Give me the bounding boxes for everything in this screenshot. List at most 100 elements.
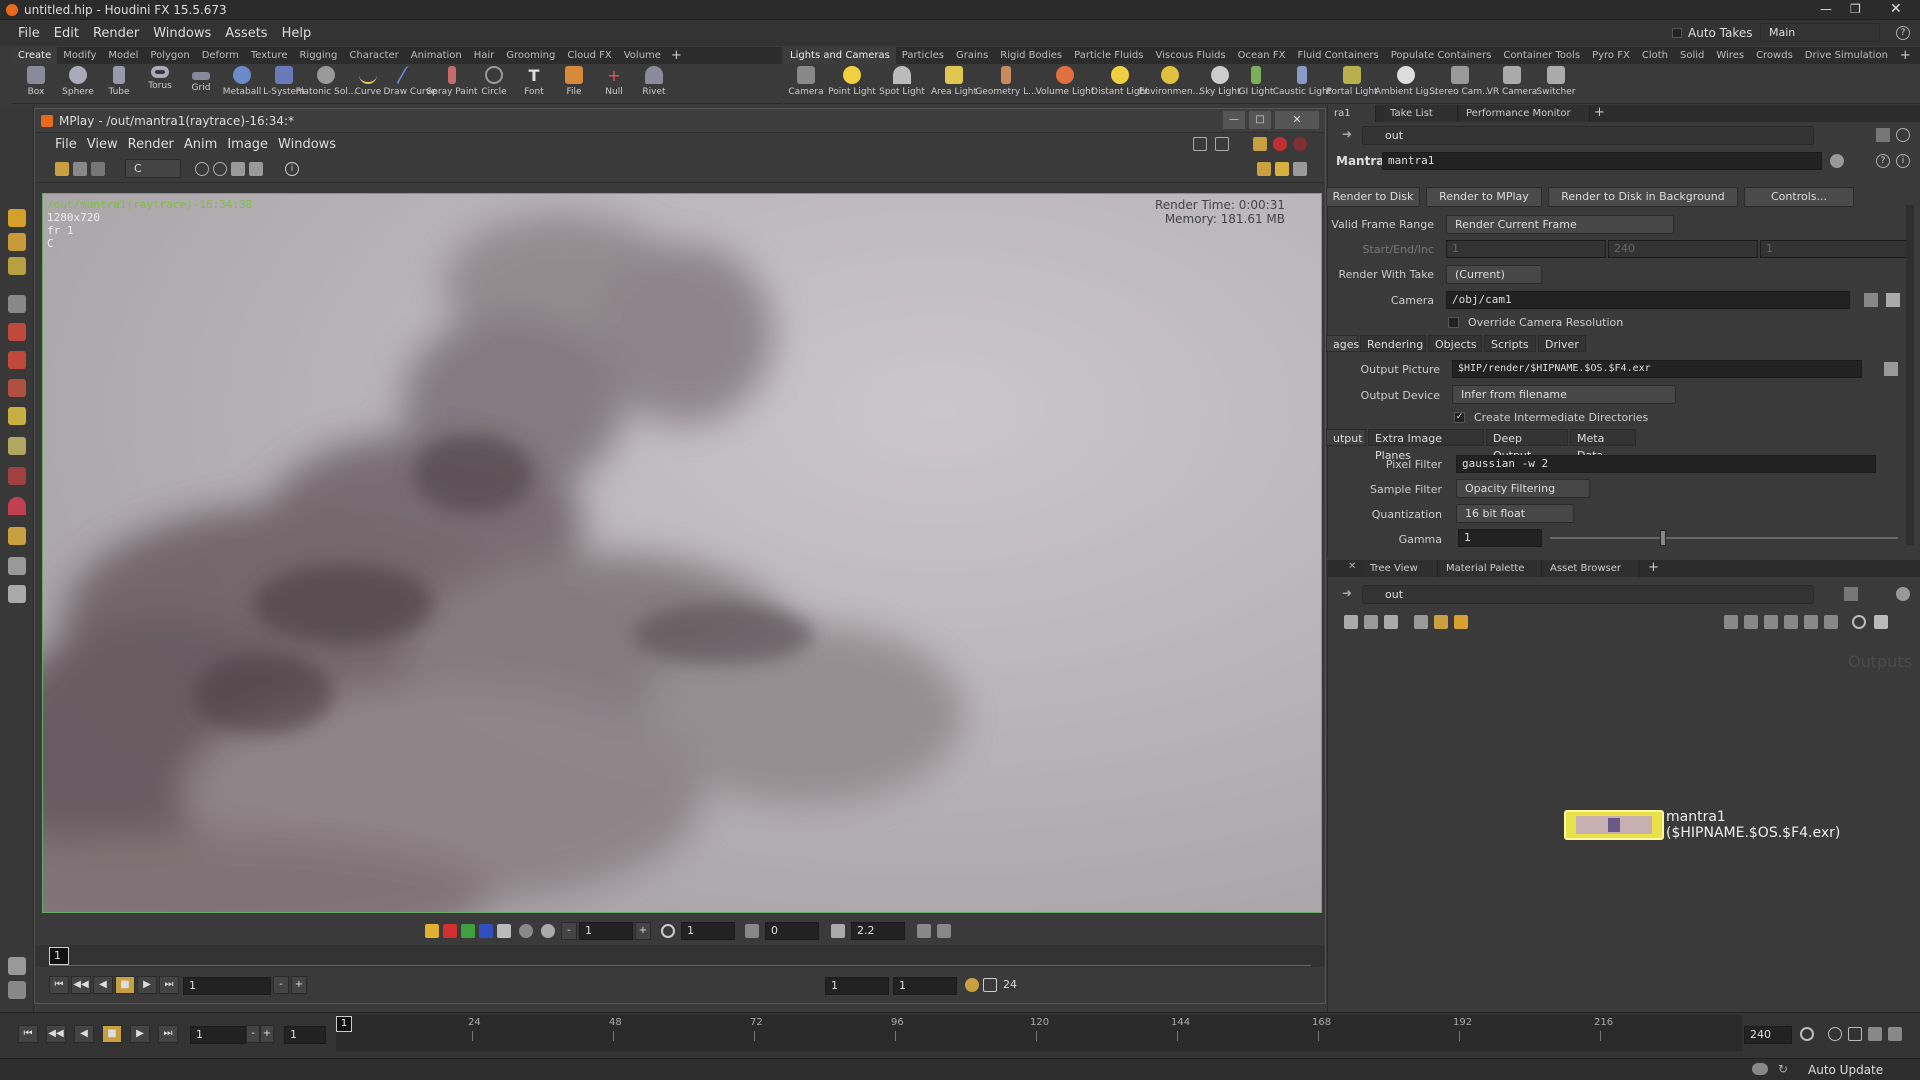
output-picture-browse-icon[interactable] xyxy=(1884,362,1898,376)
subtab-extra-image-planes[interactable]: Extra Image Planes xyxy=(1368,429,1484,462)
timeline-keys-icon[interactable] xyxy=(1888,1027,1902,1041)
tool-gi-light[interactable]: GI Light xyxy=(1234,66,1278,97)
shelf-tab-fluid-containers[interactable]: Fluid Containers xyxy=(1291,47,1384,64)
playbar-frame-field[interactable]: 1 xyxy=(183,977,271,995)
inc-frame-field[interactable]: 1 xyxy=(1760,240,1910,258)
zoom-in-icon[interactable] xyxy=(195,162,209,176)
output-device-select[interactable]: Infer from filename xyxy=(1452,385,1676,404)
tile-mode-icon[interactable] xyxy=(1364,615,1378,629)
render-to-mplay-button[interactable]: Render to MPlay xyxy=(1426,187,1542,207)
settings-tool-icon[interactable] xyxy=(8,957,26,975)
shelf-tab-drive-simulation[interactable]: Drive Simulation xyxy=(1799,47,1894,64)
shelf-tab-grooming[interactable]: Grooming xyxy=(500,47,561,64)
tool-grid[interactable]: Grid xyxy=(179,66,223,93)
layout-nodes-icon[interactable] xyxy=(1764,615,1778,629)
mplay-menu-windows[interactable]: Windows xyxy=(278,137,336,152)
step-back-key-icon[interactable]: ◀◀ xyxy=(71,976,91,994)
auto-update-select[interactable]: Auto Update xyxy=(1808,1063,1883,1077)
menu-file[interactable]: File xyxy=(18,26,40,41)
timeline-realtime-icon[interactable] xyxy=(1828,1027,1842,1041)
network-add-tab-icon[interactable]: + xyxy=(1648,560,1659,575)
tool-rivet[interactable]: Rivet xyxy=(632,66,676,97)
exposure-decrement[interactable]: - xyxy=(561,922,577,940)
node-settings-icon[interactable] xyxy=(1830,154,1844,168)
folder-icon[interactable] xyxy=(1454,615,1468,629)
snap-tool-icon[interactable] xyxy=(8,437,26,455)
timeline-audio-icon[interactable] xyxy=(1868,1027,1882,1041)
compare-icon[interactable] xyxy=(73,162,87,176)
timeline-zoom-icon[interactable] xyxy=(1800,1027,1814,1041)
mplay-fullscreen-icon[interactable] xyxy=(1193,137,1207,151)
tool-vr-camera[interactable]: VR Camera xyxy=(1487,66,1537,97)
camera-chooser-icon[interactable] xyxy=(1886,293,1900,307)
timeline-jump-start-icon[interactable]: ⏮ xyxy=(18,1025,38,1043)
tool-stereo-camera[interactable]: Stereo Cam... xyxy=(1429,66,1491,97)
mantra-node[interactable] xyxy=(1564,810,1664,840)
tool-area-light[interactable]: Area Light xyxy=(931,66,977,97)
subtab-meta-data[interactable]: Meta Data xyxy=(1570,429,1636,462)
exposure-increment[interactable]: + xyxy=(635,922,651,940)
pose-tool-icon[interactable] xyxy=(8,323,26,341)
mplay-menu-view[interactable]: View xyxy=(87,137,118,152)
timeline-frame-field[interactable]: 1 xyxy=(190,1026,246,1044)
offset-field[interactable]: 0 xyxy=(765,922,819,940)
param-link-icon[interactable] xyxy=(1896,128,1910,142)
tab-images[interactable]: ages xyxy=(1326,335,1359,352)
timeline-loop-icon[interactable] xyxy=(1848,1027,1862,1041)
param-path-select[interactable]: out xyxy=(1362,126,1814,145)
shelf-tab-viscous-fluids[interactable]: Viscous Fluids xyxy=(1150,47,1232,64)
gamma-icon[interactable] xyxy=(831,924,845,938)
zoom-out-icon[interactable] xyxy=(213,162,227,176)
render-with-take-select[interactable]: (Current) xyxy=(1446,265,1542,284)
param-pin-icon[interactable] xyxy=(1876,128,1890,142)
camera-field[interactable]: /obj/cam1 xyxy=(1446,291,1850,309)
tab-scripts[interactable]: Scripts xyxy=(1484,335,1536,352)
shelf-tab-container-tools[interactable]: Container Tools xyxy=(1497,47,1586,64)
playbar-end-field[interactable]: 1 xyxy=(893,977,957,995)
shelf-tab-hair[interactable]: Hair xyxy=(468,47,501,64)
contrast-icon[interactable] xyxy=(661,924,675,938)
snapshot-icon[interactable] xyxy=(55,162,69,176)
render-background-button[interactable]: Render to Disk in Background xyxy=(1548,187,1738,207)
tab-objects[interactable]: Objects xyxy=(1428,335,1482,352)
network-path-select[interactable]: out xyxy=(1362,585,1814,604)
gamma-slider-track[interactable] xyxy=(1550,537,1898,539)
network-grid-icon[interactable] xyxy=(1804,615,1818,629)
lasso-tool-icon[interactable] xyxy=(8,467,26,485)
playbar-frame-decrement[interactable]: - xyxy=(273,976,289,994)
tool-geometry-light[interactable]: Geometry L... xyxy=(975,66,1037,97)
grid-mode-icon[interactable] xyxy=(1384,615,1398,629)
shelf-tab-lights-cameras[interactable]: Lights and Cameras xyxy=(784,47,896,64)
tool-switcher[interactable]: Switcher xyxy=(1534,66,1578,97)
tool-environment-light[interactable]: Environmen... xyxy=(1139,66,1201,97)
tool-null[interactable]: + Null xyxy=(592,66,636,97)
timeline-play-icon[interactable]: ▶ xyxy=(130,1025,150,1043)
wire-style-icon[interactable] xyxy=(1744,615,1758,629)
shelf-tab-character[interactable]: Character xyxy=(343,47,404,64)
blue-channel-icon[interactable] xyxy=(479,924,493,938)
red-channel-icon[interactable] xyxy=(443,924,457,938)
mplay-minimize-icon[interactable]: — xyxy=(1223,111,1245,129)
play-icon[interactable]: ▶ xyxy=(137,976,157,994)
green-channel-icon[interactable] xyxy=(461,924,475,938)
shelf-tab-cloth[interactable]: Cloth xyxy=(1636,47,1674,64)
create-dirs-checkbox[interactable]: ✓ xyxy=(1454,412,1465,423)
subtab-output[interactable]: utput xyxy=(1326,429,1366,446)
gamma-field[interactable]: 2.2 xyxy=(851,922,905,940)
shelf-tab-deform[interactable]: Deform xyxy=(196,47,245,64)
color-correct-icon[interactable] xyxy=(1257,162,1271,176)
timeline-end-field[interactable]: 240 xyxy=(1744,1026,1792,1044)
tool-portal-light[interactable]: Portal Light xyxy=(1326,66,1378,97)
shelf-tab-cloud-fx[interactable]: Cloud FX xyxy=(561,47,617,64)
gamma-slider-handle[interactable] xyxy=(1660,530,1666,546)
flow-icon[interactable] xyxy=(1784,615,1798,629)
list-mode-icon[interactable] xyxy=(1344,615,1358,629)
mplay-record-icon[interactable] xyxy=(1293,137,1307,151)
param-tab-performance-monitor[interactable]: Performance Monitor xyxy=(1460,105,1590,122)
shelf-tab-model[interactable]: Model xyxy=(102,47,144,64)
node-help-icon[interactable]: ? xyxy=(1876,154,1890,168)
node-name-field[interactable]: mantra1 xyxy=(1382,152,1822,170)
mplay-maximize-icon[interactable]: □ xyxy=(1249,111,1271,129)
override-res-checkbox[interactable] xyxy=(1448,317,1459,328)
param-add-tab-icon[interactable]: + xyxy=(1594,105,1605,120)
